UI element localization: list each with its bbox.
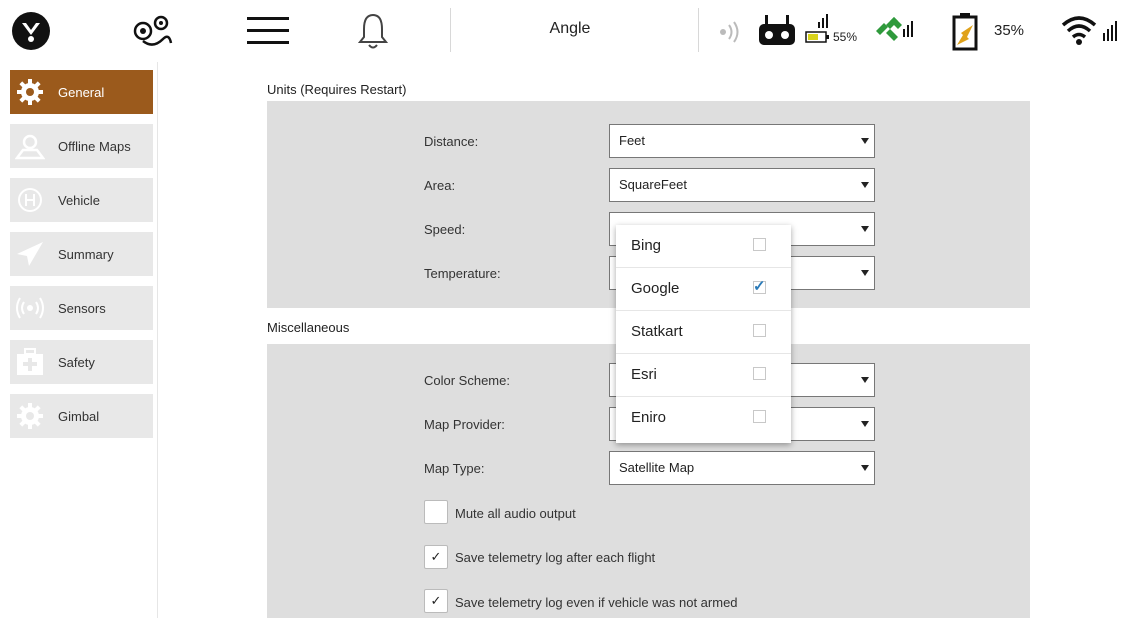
sidebar-item-label: Gimbal: [58, 408, 100, 424]
area-value: SquareFeet: [619, 177, 687, 192]
sidebar-item-summary[interactable]: Summary: [10, 232, 153, 276]
map-type-select[interactable]: Satellite Map: [609, 451, 875, 485]
sidebar-item-safety[interactable]: Safety: [10, 340, 153, 384]
tablet-battery-percent: 35%: [994, 22, 1025, 39]
sidebar-item-label: Vehicle: [58, 192, 100, 208]
mute-audio-label: Mute all audio output: [455, 506, 576, 521]
popup-option-label: Statkart: [631, 323, 683, 340]
logo-icon[interactable]: [10, 10, 52, 52]
chevron-down-icon: [861, 377, 869, 383]
vehicle-icon: [10, 178, 50, 222]
toolbar-divider: [698, 8, 699, 52]
popup-option-esri[interactable]: Esri: [616, 354, 791, 397]
area-label: Area:: [424, 178, 456, 193]
popup-option-eniro[interactable]: Eniro: [616, 397, 791, 440]
map-provider-label: Map Provider:: [424, 417, 505, 432]
distance-select[interactable]: Feet: [609, 124, 875, 158]
map-type-value: Satellite Map: [619, 460, 695, 475]
distance-label: Distance:: [424, 134, 479, 149]
messages-bell-icon[interactable]: [355, 10, 391, 52]
sidebar-item-gimbal[interactable]: Gimbal: [10, 394, 153, 438]
chevron-down-icon: [861, 465, 869, 471]
option-checkbox[interactable]: [753, 410, 766, 423]
sidebar-item-vehicle[interactable]: Vehicle: [10, 178, 153, 222]
chevron-down-icon: [861, 421, 869, 427]
sidebar-item-label: Summary: [58, 246, 114, 262]
check-icon: ✓: [430, 593, 442, 608]
save-log-after-flight-checkbox[interactable]: ✓: [424, 545, 448, 569]
save-log-not-armed-label: Save telemetry log even if vehicle was n…: [455, 595, 738, 610]
sidebar-item-general[interactable]: General: [10, 70, 153, 114]
toolbar-divider: [450, 8, 451, 52]
speed-label: Speed:: [424, 222, 466, 237]
save-log-after-flight-label: Save telemetry log after each flight: [455, 550, 656, 565]
paper-plane-icon: [10, 232, 50, 276]
popup-option-label: Eniro: [631, 409, 667, 426]
map-provider-popup: Bing Google ✓ Statkart Esri Eniro: [616, 225, 791, 443]
menu-icon[interactable]: [244, 12, 292, 50]
misc-section-title: Miscellaneous: [267, 320, 350, 335]
sidebar-item-label: Safety: [58, 354, 95, 370]
chevron-down-icon: [861, 182, 869, 188]
sidebar-item-label: Sensors: [58, 300, 106, 316]
top-toolbar: Angle 55% 35%: [0, 0, 1130, 62]
option-checkbox[interactable]: ✓: [753, 278, 766, 295]
wifi-icon[interactable]: [1060, 12, 1120, 48]
map-pin-icon: [10, 124, 50, 168]
plan-view-icon[interactable]: [130, 12, 176, 52]
sensor-icon: [10, 286, 50, 330]
chevron-down-icon: [861, 226, 869, 232]
rc-signal-icon[interactable]: [714, 20, 744, 44]
option-checkbox[interactable]: [753, 238, 766, 251]
gps-satellite-icon[interactable]: [872, 10, 914, 48]
mute-audio-checkbox[interactable]: [424, 500, 448, 524]
vehicle-battery-icon[interactable]: [804, 12, 832, 46]
distance-value: Feet: [619, 133, 646, 148]
option-checkbox[interactable]: [753, 367, 766, 380]
chevron-down-icon: [861, 270, 869, 276]
temperature-label: Temperature:: [424, 266, 501, 281]
popup-option-statkart[interactable]: Statkart: [616, 311, 791, 354]
map-type-label: Map Type:: [424, 461, 485, 476]
settings-sidebar: General Offline Maps Vehicle Summary Sen…: [0, 62, 158, 618]
units-section-title: Units (Requires Restart): [267, 82, 407, 97]
flight-mode-label[interactable]: Angle: [520, 20, 620, 38]
color-scheme-label: Color Scheme:: [424, 373, 510, 388]
sidebar-item-sensors[interactable]: Sensors: [10, 286, 153, 330]
option-checkbox[interactable]: [753, 324, 766, 337]
sidebar-item-label: Offline Maps: [58, 138, 131, 154]
sidebar-item-label: General: [58, 84, 105, 100]
popup-option-label: Esri: [631, 366, 657, 383]
check-icon: ✓: [753, 278, 766, 295]
tablet-battery-icon[interactable]: [950, 10, 980, 52]
save-log-not-armed-checkbox[interactable]: ✓: [424, 589, 448, 613]
popup-option-google[interactable]: Google ✓: [616, 268, 791, 311]
popup-option-label: Google: [631, 280, 680, 297]
gear-icon: [10, 70, 50, 114]
gear-icon: [10, 394, 50, 438]
gamepad-icon[interactable]: [756, 12, 798, 48]
popup-option-label: Bing: [631, 237, 662, 254]
area-select[interactable]: SquareFeet: [609, 168, 875, 202]
check-icon: ✓: [430, 549, 442, 564]
chevron-down-icon: [861, 138, 869, 144]
first-aid-icon: [10, 340, 50, 384]
sidebar-item-offline-maps[interactable]: Offline Maps: [10, 124, 153, 168]
vehicle-battery-percent: 55%: [833, 30, 858, 44]
popup-option-bing[interactable]: Bing: [616, 225, 791, 268]
